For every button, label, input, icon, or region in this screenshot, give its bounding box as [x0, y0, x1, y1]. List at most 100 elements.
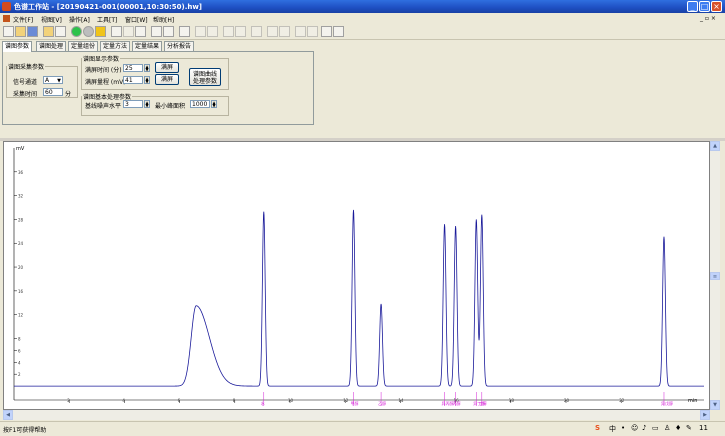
noise-label: 基线噪声水平	[85, 103, 122, 110]
display-legend: 谱图显示参数	[83, 56, 120, 63]
min-area-spinner[interactable]: ▲ ▼	[211, 100, 217, 108]
start-icon[interactable]	[71, 26, 82, 37]
menu-view[interactable]: 视图[V]	[41, 15, 62, 24]
full-time-spinner[interactable]: ▲ ▼	[144, 64, 150, 72]
x-axis-label: min	[688, 398, 697, 404]
prev-icon[interactable]	[223, 26, 234, 37]
new-icon[interactable]	[3, 26, 14, 37]
preview-icon[interactable]	[123, 26, 134, 37]
y-tick-label: 12	[18, 313, 24, 318]
full-time-label: 满屏时间 (分)	[85, 67, 122, 74]
report-icon[interactable]	[163, 26, 174, 37]
close-button[interactable]: ×	[711, 1, 722, 12]
x-tick-label: 18	[509, 398, 515, 403]
zoom-in-icon[interactable]	[195, 26, 206, 37]
chart-marks: 水甲醇 乙醇 异丙醇 丙醇 异丁醇丁醇 异戊醇	[14, 209, 704, 406]
full-screen-range-button[interactable]: 满屏	[155, 74, 179, 85]
menu-window[interactable]: 窗口[W]	[125, 15, 148, 24]
baseline-icon[interactable]	[251, 26, 262, 37]
scroll-right-icon[interactable]: ▶	[700, 410, 710, 420]
curve-params-button[interactable]: 谱图曲线 处理参数	[189, 68, 221, 86]
horizontal-scrollbar[interactable]: ◀ ▶	[3, 410, 710, 420]
y-tick-label: 32	[18, 194, 24, 199]
menu-help[interactable]: 帮助[H]	[153, 15, 174, 24]
scroll-left-icon[interactable]: ◀	[3, 410, 13, 420]
noise-input[interactable]: 3	[123, 100, 143, 108]
menu-bar: 文件[F] 视图[V] 操作[A] 工具[T] 窗口[W] 帮助[H] _ ▫ …	[0, 13, 725, 24]
menu-action[interactable]: 操作[A]	[69, 15, 90, 24]
delete-peak-icon[interactable]	[307, 26, 318, 37]
tab-quant-method[interactable]: 定量方法	[100, 41, 131, 51]
next-icon[interactable]	[235, 26, 246, 37]
tab-quant-results[interactable]: 定量结果	[132, 41, 163, 51]
tab-spectrum-params[interactable]: 谱图参数	[2, 41, 33, 52]
open-folder-icon[interactable]	[15, 26, 26, 37]
chinese-mode-icon[interactable]: 中	[609, 424, 616, 434]
menu-tools[interactable]: 工具[T]	[97, 15, 117, 24]
status-text: 按F1可获得帮助	[3, 427, 47, 434]
acquisition-legend: 谱图采集参数	[8, 64, 45, 71]
vertical-scrollbar[interactable]: ▲ ≡ ▼	[710, 141, 720, 410]
y-tick-label: 36	[18, 170, 24, 175]
keyboard-icon[interactable]: ▭	[652, 424, 659, 432]
wrench-icon[interactable]: ✎	[686, 424, 692, 432]
clock-text: 11	[699, 424, 708, 432]
calc-icon[interactable]	[55, 26, 66, 37]
chromatogram-svg: mV min 2468121620242832362 4 6 8 10 12 14 16 18 2…	[13, 146, 704, 406]
merge-icon[interactable]	[295, 26, 306, 37]
table-icon[interactable]	[111, 26, 122, 37]
full-screen-time-button[interactable]: 满屏	[155, 62, 179, 73]
minimize-button[interactable]: _	[687, 1, 698, 12]
save-icon[interactable]	[27, 26, 38, 37]
min-area-input[interactable]: 1000	[190, 100, 210, 108]
noise-spinner[interactable]: ▲ ▼	[144, 100, 150, 108]
zoom-out-icon[interactable]	[207, 26, 218, 37]
print-icon[interactable]	[135, 26, 146, 37]
channel-label: 信号通道	[13, 79, 38, 86]
person-icon[interactable]	[321, 26, 332, 37]
split-icon[interactable]	[279, 26, 290, 37]
emoji-icon[interactable]: ☺	[631, 424, 638, 432]
mic-icon[interactable]: ♪	[642, 424, 646, 432]
x-tick-label: 6	[178, 398, 181, 403]
full-range-spinner[interactable]: ▲ ▼	[144, 76, 150, 84]
scroll-up-icon[interactable]: ▲	[710, 141, 720, 151]
restore-button[interactable]: □	[699, 1, 710, 12]
y-axis-label: mV	[16, 146, 25, 152]
scroll-down-icon[interactable]: ▼	[710, 400, 720, 410]
full-range-label: 满屏量程 (mV)	[85, 79, 126, 86]
tab-spectrum-processing[interactable]: 谱图处理	[36, 41, 67, 51]
peak-icon[interactable]	[267, 26, 278, 37]
chevron-down-icon[interactable]: ▼	[57, 77, 61, 85]
status-bar: 按F1可获得帮助 S 中 • ☺ ♪ ▭ ♙ ♦ ✎ 11	[0, 421, 725, 436]
tab-quant-components[interactable]: 定量组份	[68, 41, 99, 51]
x-tick-label: 2	[67, 398, 70, 403]
pause-icon[interactable]	[95, 26, 106, 37]
stop-icon[interactable]	[83, 26, 94, 37]
input-method-icon[interactable]: S	[595, 424, 600, 432]
method-icon[interactable]	[43, 26, 54, 37]
peak-label: 甲醇	[350, 400, 358, 406]
tab-analysis-report[interactable]: 分析报告	[164, 41, 195, 51]
export-icon[interactable]	[151, 26, 162, 37]
help-icon[interactable]	[179, 26, 190, 37]
y-tick-label: 24	[18, 241, 24, 246]
person-settings-icon[interactable]	[333, 26, 344, 37]
peak-label: 乙醇	[378, 400, 386, 406]
peak-label: 异戊醇	[661, 400, 673, 406]
menu-file[interactable]: 文件[F]	[13, 15, 33, 24]
app-menu-icon[interactable]	[3, 15, 10, 22]
user-icon[interactable]: ♙	[664, 424, 670, 432]
punctuation-icon[interactable]: •	[621, 424, 625, 432]
x-tick-label: 22	[619, 398, 625, 403]
mdi-controls[interactable]: _ ▫ ×	[700, 15, 716, 22]
channel-select[interactable]: A ▼	[43, 76, 63, 84]
acquisition-time-input[interactable]: 60	[43, 88, 63, 96]
full-time-input[interactable]: 25	[123, 64, 143, 72]
scroll-thumb[interactable]: ≡	[710, 272, 720, 280]
chromatogram-area[interactable]: mV min 2 4 6 8 12 16 20 24 28 32 36 2 4 6 8 10 12 14 16 18 2…	[3, 141, 710, 410]
full-range-input[interactable]: 41	[123, 76, 143, 84]
x-tick-label: 20	[564, 398, 570, 403]
y-tick-label: 20	[18, 265, 24, 270]
shirt-icon[interactable]: ♦	[675, 424, 681, 432]
